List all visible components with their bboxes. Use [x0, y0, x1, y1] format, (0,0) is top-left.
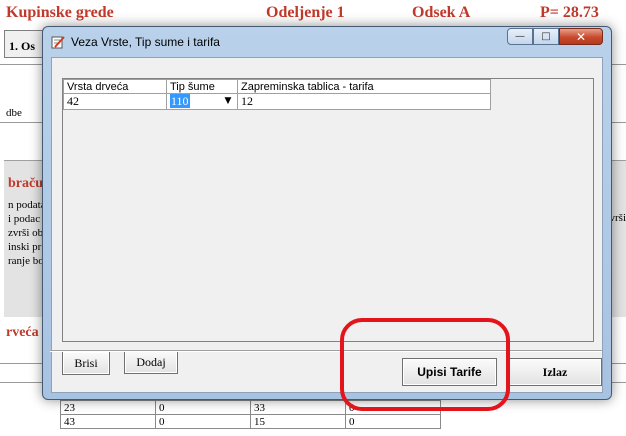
izlaz-button[interactable]: Izlaz [508, 358, 602, 386]
background-header: Kupinske grede Odeljenje 1 Odsek A P= 28… [0, 0, 626, 22]
table-cell: 23 [60, 400, 156, 415]
vrsta-cell[interactable]: 42 [63, 93, 167, 110]
maximize-button[interactable]: □ [533, 28, 559, 45]
upisi-tarife-button[interactable]: Upisi Tarife [402, 358, 497, 386]
tip-selected-value: 110 [170, 94, 190, 108]
table-row: 23 0 33 0 [60, 400, 441, 415]
dialog-title: Veza Vrste, Tip sume i tarifa [71, 35, 220, 49]
table-cell: 43 [60, 414, 156, 429]
vrsta-heading: rveća i [6, 325, 47, 340]
background-field-label: dbe [6, 107, 22, 119]
odsek-label: Odsek A [412, 4, 471, 21]
window-controls: — □ ✕ [507, 28, 603, 46]
dodaj-button[interactable]: Dodaj [124, 350, 178, 374]
table-cell: 0 [155, 400, 251, 415]
odeljenje-label: Odeljenje 1 [266, 4, 345, 21]
table-cell: 0 [345, 400, 441, 415]
title-bar[interactable]: Veza Vrste, Tip sume i tarifa — □ ✕ [43, 27, 611, 57]
minimize-button[interactable]: — [507, 28, 533, 45]
notepad-icon [51, 36, 65, 49]
side-text-line: i podac [8, 213, 41, 225]
side-text-line: ranje bo [8, 255, 44, 267]
grid-header-row: Vrsta drveća Tip šume Zapreminska tablic… [63, 79, 491, 94]
column-header-vrsta[interactable]: Vrsta drveća [63, 79, 167, 94]
grid-table: Vrsta drveća Tip šume Zapreminska tablic… [63, 79, 491, 110]
minimize-icon: — [515, 31, 525, 42]
data-grid[interactable]: Vrsta drveća Tip šume Zapreminska tablic… [62, 78, 594, 342]
side-text-line: inski pr [8, 241, 42, 253]
column-header-tarifa[interactable]: Zapreminska tablica - tarifa [237, 79, 491, 94]
close-icon: ✕ [575, 29, 587, 44]
table-cell: 0 [345, 414, 441, 429]
dialog-separator [50, 350, 602, 352]
dropdown-arrow-icon[interactable]: ▼ [222, 94, 234, 108]
close-button[interactable]: ✕ [559, 28, 603, 45]
background-table: 23 0 33 0 43 0 15 0 [60, 400, 441, 429]
table-cell: 15 [250, 414, 346, 429]
tarifa-cell[interactable]: 12 [237, 93, 491, 110]
table-cell: 33 [250, 400, 346, 415]
side-text-line: n podata [8, 199, 46, 211]
background-title: Kupinske grede [6, 4, 114, 21]
p-value-label: P= 28.73 [540, 4, 599, 21]
background-tab[interactable]: 1. Os [4, 30, 46, 58]
veza-dialog: Veza Vrste, Tip sume i tarifa — □ ✕ Vrst… [42, 26, 612, 400]
column-header-tip[interactable]: Tip šume [166, 79, 238, 94]
table-cell: 0 [155, 414, 251, 429]
dialog-client-area: Vrsta drveća Tip šume Zapreminska tablic… [51, 57, 603, 393]
maximize-icon: □ [541, 31, 551, 42]
table-row: 43 0 15 0 [60, 414, 441, 429]
brisi-button[interactable]: Brisi [62, 351, 110, 375]
side-text-line: zvrši ob [8, 227, 44, 239]
tip-dropdown-cell[interactable]: 110 ▼ [166, 93, 238, 110]
table-row: 42 110 ▼ 12 [63, 93, 491, 110]
